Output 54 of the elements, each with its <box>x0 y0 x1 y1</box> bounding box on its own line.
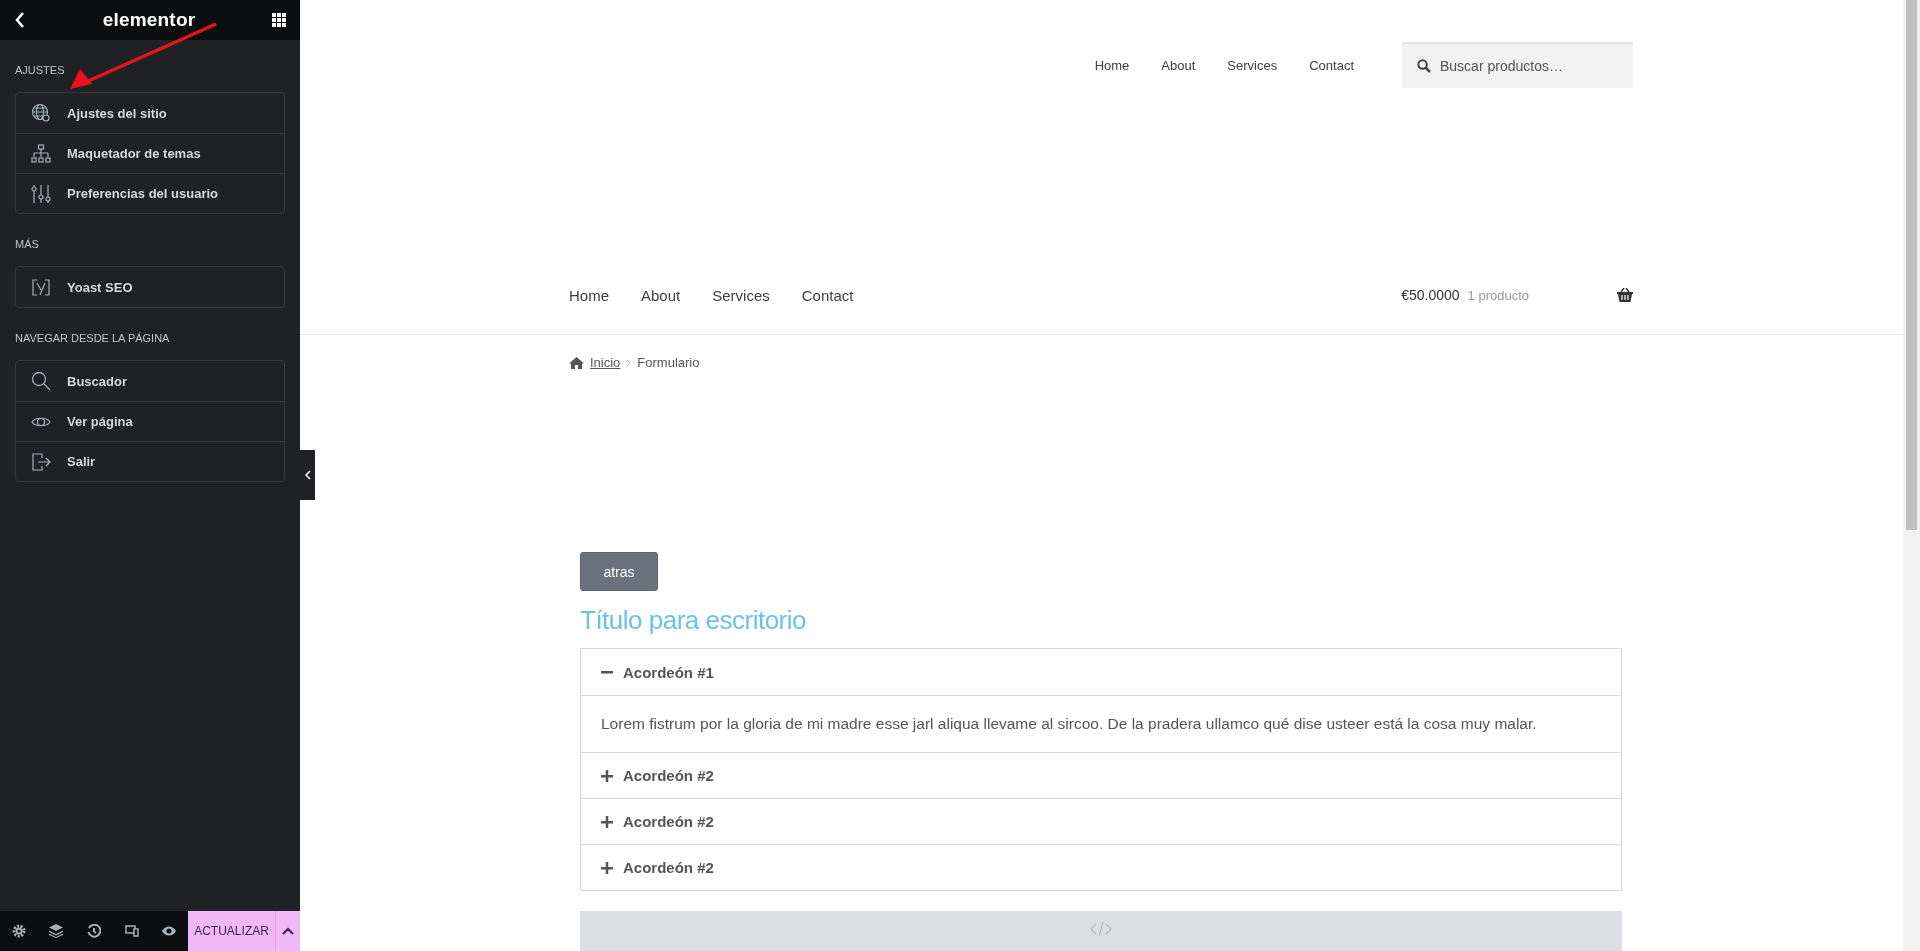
search-field[interactable]: Buscar productos… <box>1402 42 1633 88</box>
menu-item[interactable]: Salir <box>16 441 284 481</box>
apps-grid-icon[interactable] <box>272 13 286 27</box>
globe-icon <box>31 103 51 123</box>
nav-link[interactable]: Services <box>1227 57 1278 73</box>
nav-link[interactable]: Services <box>712 286 770 304</box>
accordion-header[interactable]: Acordeón #2 <box>581 798 1621 844</box>
plus-icon <box>601 815 613 828</box>
page-title: Título para escritorio <box>580 605 807 636</box>
plus-icon <box>601 861 613 874</box>
section-title: AJUSTES <box>15 64 66 76</box>
logo: elementor <box>102 9 196 31</box>
accordion-text: Lorem fistrum por la gloria de mi madre esse jarl aliqua llevame al sircoo. De la pradera ullamco qué dise usteer está la cosa muy malar. <box>581 695 1621 752</box>
search-icon <box>1417 59 1431 73</box>
section-title: NAVEGAR DESDE LA PÁGINA <box>15 332 171 344</box>
cart-total: €50.0000 <box>1401 287 1460 303</box>
search-icon <box>31 371 51 391</box>
menu-item[interactable]: Maquetador de temas <box>16 133 284 173</box>
code-icon <box>1090 921 1112 937</box>
sliders-icon <box>31 183 51 204</box>
sitemap-icon <box>31 143 51 164</box>
nav-link[interactable]: Home <box>569 286 609 304</box>
menu-item[interactable]: Yoast SEO <box>16 267 284 307</box>
accordion-header[interactable]: Acordeón #2 <box>581 844 1621 890</box>
plus-icon <box>601 769 613 782</box>
update-button[interactable]: ACTUALIZAR <box>188 911 275 951</box>
section-title: MÁS <box>15 238 40 250</box>
back-button[interactable] <box>14 11 26 29</box>
collapse-panel-button[interactable] <box>300 450 315 500</box>
chevron-left-icon <box>304 470 311 480</box>
yoast-icon <box>31 277 51 297</box>
cart-count: 1 producto <box>1467 287 1529 303</box>
basket-icon[interactable] <box>1617 288 1633 302</box>
nav-link[interactable]: Contact <box>1309 57 1354 73</box>
nav-link[interactable]: Contact <box>801 286 854 304</box>
home-icon[interactable] <box>569 356 584 369</box>
nav-link[interactable]: About <box>641 286 681 304</box>
back-button[interactable]: atras <box>580 552 658 591</box>
chevron-left-icon <box>14 11 26 29</box>
chevron-icon <box>626 358 632 367</box>
nav-link[interactable]: Home <box>1094 57 1130 73</box>
breadcrumb-current: Formulario <box>637 355 700 370</box>
chevron-up-icon <box>281 927 294 935</box>
expand-button[interactable] <box>274 911 300 951</box>
menu-item[interactable]: Buscador <box>16 361 284 401</box>
breadcrumb-link[interactable]: Inicio <box>590 355 621 370</box>
nav-link[interactable]: About <box>1161 57 1196 73</box>
menu-item[interactable]: Ajustes del sitio <box>16 93 284 133</box>
accordion-header[interactable]: Acordeón #1 <box>581 649 1621 695</box>
exit-icon <box>31 451 51 472</box>
menu-item[interactable]: Preferencias del usuario <box>16 173 284 213</box>
accordion-header[interactable]: Acordeón #2 <box>581 752 1621 798</box>
scrollbar[interactable] <box>1903 0 1920 951</box>
menu-item[interactable]: Ver página <box>16 401 284 441</box>
